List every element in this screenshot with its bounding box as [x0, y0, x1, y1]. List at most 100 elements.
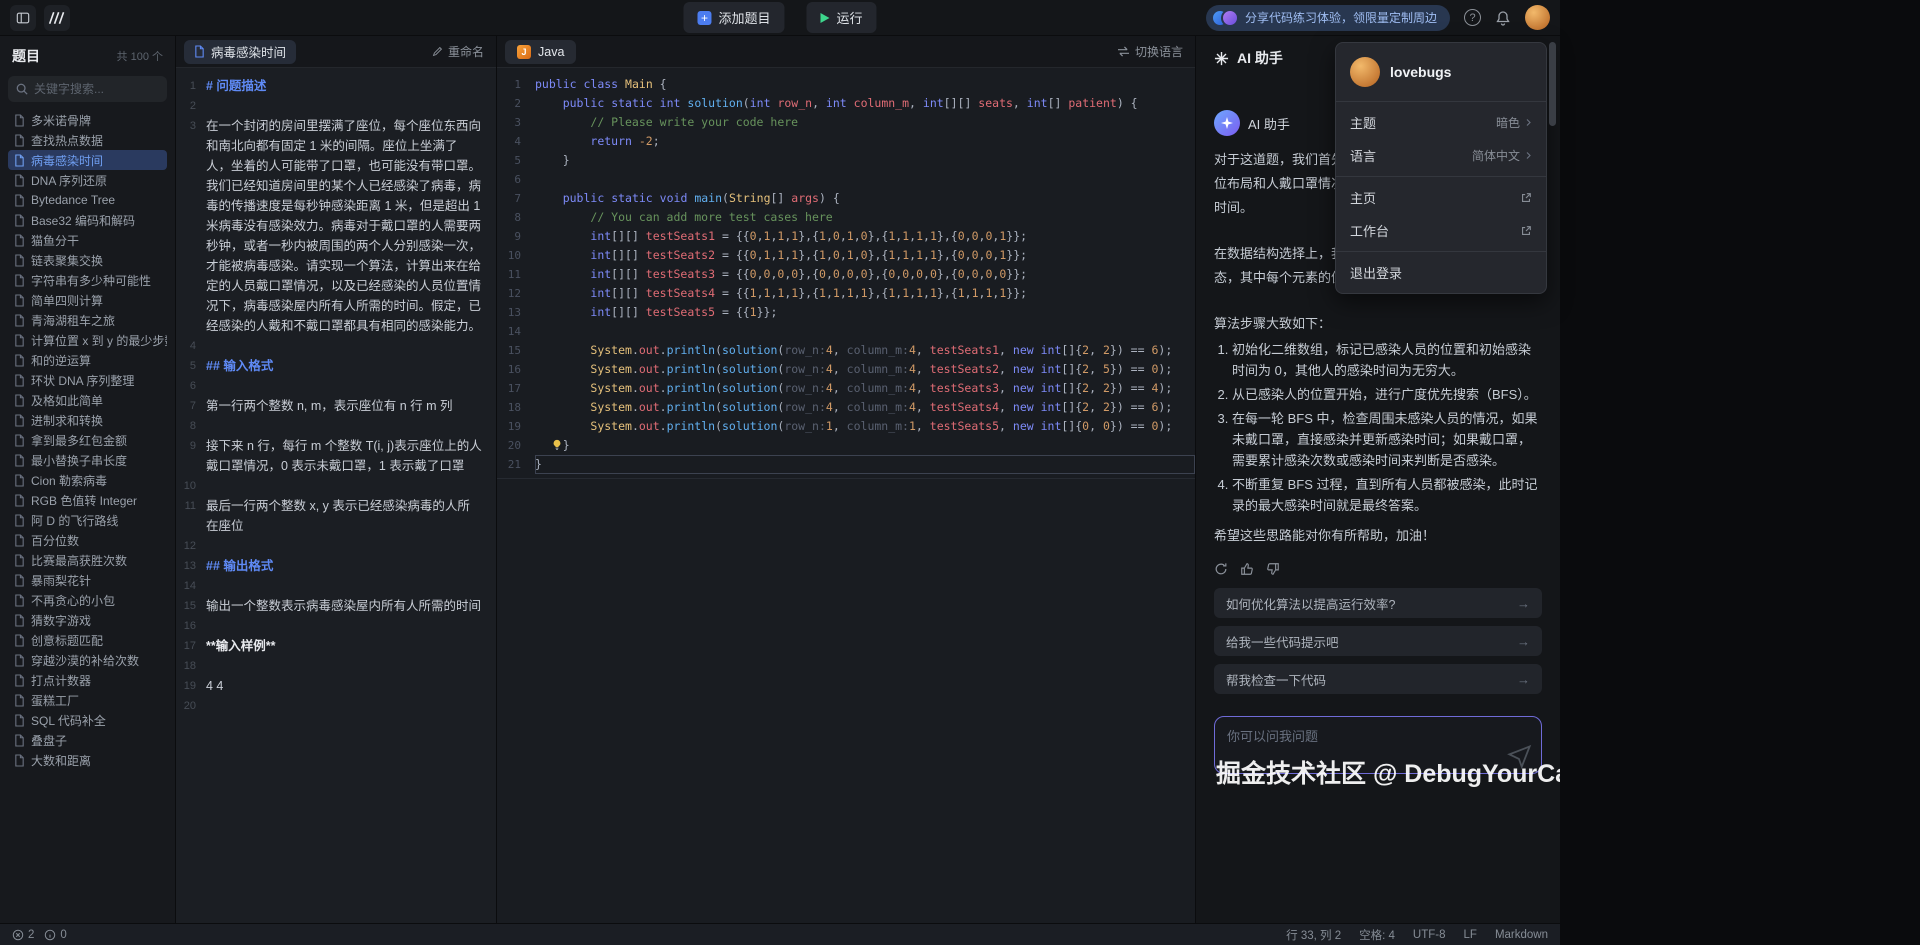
ai-suggestion-chip[interactable]: 如何优化算法以提高运行效率?→: [1214, 588, 1542, 618]
sidebar-item[interactable]: 字符串有多少种可能性: [8, 270, 167, 290]
sidebar-item[interactable]: Base32 编码和解码: [8, 210, 167, 230]
scrollbar-thumb[interactable]: [1549, 42, 1556, 126]
app-logo-icon[interactable]: [44, 5, 70, 31]
sidebar-item[interactable]: 猫鱼分干: [8, 230, 167, 250]
ai-suggestion-chip[interactable]: 给我一些代码提示吧→: [1214, 626, 1542, 656]
quick-fix-lightbulb-icon[interactable]: [551, 439, 563, 451]
sidebar-item[interactable]: 及格如此简单: [8, 390, 167, 410]
indent-setting[interactable]: 空格: 4: [1359, 927, 1395, 943]
sidebar-item-label: 和的逆运算: [31, 352, 91, 369]
avatar: [1221, 9, 1239, 27]
sidebar-item[interactable]: 猜数字游戏: [8, 610, 167, 630]
document-icon: [14, 234, 25, 247]
sidebar-item[interactable]: DNA 序列还原: [8, 170, 167, 190]
markdown-text: 在一个封闭的房间里摆满了座位，每个座位东西向和南北向都有固定 1 米的间隔。座位…: [206, 116, 496, 336]
regenerate-icon[interactable]: [1214, 562, 1228, 576]
sidebar-item[interactable]: 比赛最高获胜次数: [8, 550, 167, 570]
sidebar-item[interactable]: 穿越沙漠的补给次数: [8, 650, 167, 670]
code-line: 13 int[][] testSeats5 = {{1}};: [497, 303, 1195, 322]
errors-indicator[interactable]: 2: [12, 929, 34, 941]
promo-banner[interactable]: 分享代码练习体验，领限量定制周边: [1206, 5, 1450, 31]
menu-item-logout[interactable]: 退出登录: [1336, 256, 1546, 289]
sidebar-item-label: 叠盘子: [31, 732, 67, 749]
sidebar-item[interactable]: 查找热点数据: [8, 130, 167, 150]
add-problem-button[interactable]: 添加题目: [683, 2, 784, 33]
help-icon[interactable]: ?: [1464, 9, 1481, 26]
ai-suggestion-chip[interactable]: 帮我检查一下代码→: [1214, 664, 1542, 694]
markdown-text: [206, 416, 496, 436]
sidebar-item[interactable]: 暴雨梨花针: [8, 570, 167, 590]
sidebar-item[interactable]: 多米诺骨牌: [8, 110, 167, 130]
eol-setting[interactable]: LF: [1464, 929, 1477, 941]
sidebar-item[interactable]: 打点计数器: [8, 670, 167, 690]
cursor-position[interactable]: 行 33, 列 2: [1286, 927, 1341, 943]
sidebar-item[interactable]: Cion 勒索病毒: [8, 470, 167, 490]
markdown-text: ## 输入格式: [206, 356, 496, 376]
sidebar-item[interactable]: 青海湖租车之旅: [8, 310, 167, 330]
thumbs-down-icon[interactable]: [1266, 562, 1280, 576]
ai-question-input[interactable]: [1227, 726, 1501, 764]
markdown-line: 9接下来 n 行，每行 m 个整数 T(i, j)表示座位上的人戴口罩情况，0 …: [176, 436, 496, 476]
sidebar-toggle-icon[interactable]: [10, 5, 36, 31]
sidebar-item[interactable]: 链表聚集交换: [8, 250, 167, 270]
sidebar-item[interactable]: 病毒感染时间: [8, 150, 167, 170]
sidebar-item[interactable]: 简单四则计算: [8, 290, 167, 310]
sidebar-item[interactable]: 环状 DNA 序列整理: [8, 370, 167, 390]
language-tab-java[interactable]: J Java: [505, 40, 576, 64]
sidebar-item[interactable]: 不再贪心的小包: [8, 590, 167, 610]
run-button[interactable]: 运行: [807, 2, 877, 33]
markdown-text: 接下来 n 行，每行 m 个整数 T(i, j)表示座位上的人戴口罩情况，0 表…: [206, 436, 496, 476]
code-text: [535, 322, 1195, 341]
menu-item-theme[interactable]: 主题 暗色: [1336, 106, 1546, 139]
sidebar-item-label: 暴雨梨花针: [31, 572, 91, 589]
code-editor[interactable]: 1public class Main {2 public static int …: [497, 68, 1195, 479]
line-number: 6: [497, 170, 535, 189]
search-input[interactable]: [34, 82, 159, 96]
sidebar-item[interactable]: 蛋糕工厂: [8, 690, 167, 710]
ai-avatar: [1214, 110, 1240, 136]
menu-item-home[interactable]: 主页: [1336, 181, 1546, 214]
sidebar-item[interactable]: 计算位置 x 到 y 的最少步数: [8, 330, 167, 350]
user-avatar[interactable]: [1525, 5, 1550, 30]
thumbs-up-icon[interactable]: [1240, 562, 1254, 576]
sidebar-item[interactable]: 创意标题匹配: [8, 630, 167, 650]
menu-item-language[interactable]: 语言 简体中文: [1336, 139, 1546, 172]
language-mode[interactable]: Markdown: [1495, 929, 1548, 941]
encoding[interactable]: UTF-8: [1413, 929, 1446, 941]
sidebar-item[interactable]: 进制求和转换: [8, 410, 167, 430]
rename-button[interactable]: 重命名: [432, 43, 484, 60]
markdown-line: 7第一行两个整数 n, m，表示座位有 n 行 m 列: [176, 396, 496, 416]
sidebar-item[interactable]: 拿到最多红包金额: [8, 430, 167, 450]
markdown-text: 最后一行两个整数 x, y 表示已经感染病毒的人所在座位: [206, 496, 496, 536]
sidebar-item[interactable]: Bytedance Tree: [8, 190, 167, 210]
sidebar-item[interactable]: RGB 色值转 Integer: [8, 490, 167, 510]
menu-item-workspace[interactable]: 工作台: [1336, 214, 1546, 247]
send-icon[interactable]: [1506, 742, 1533, 769]
line-number: 12: [176, 536, 206, 556]
infos-indicator[interactable]: 0: [44, 929, 66, 941]
ai-assistant-name: AI 助手: [1248, 114, 1290, 133]
user-menu-profile[interactable]: lovebugs: [1336, 47, 1546, 97]
ai-input-box[interactable]: [1214, 716, 1542, 774]
problem-tab[interactable]: 病毒感染时间: [184, 40, 296, 64]
ai-input-area: 掘金技术社区 @ DebugYourCareer: [1214, 716, 1542, 774]
switch-language-button[interactable]: 切换语言: [1117, 43, 1183, 60]
sidebar-item[interactable]: 百分位数: [8, 530, 167, 550]
sidebar-item[interactable]: 最小替换子串长度: [8, 450, 167, 470]
document-icon: [14, 714, 25, 727]
notifications-bell-icon[interactable]: [1495, 10, 1511, 26]
document-icon: [14, 594, 25, 607]
line-number: 17: [176, 636, 206, 656]
code-text: int[][] testSeats5 = {{1}};: [535, 303, 1195, 322]
code-line: 11 int[][] testSeats3 = {{0,0,0,0},{0,0,…: [497, 265, 1195, 284]
sidebar-item[interactable]: 叠盘子: [8, 730, 167, 750]
line-number: 1: [497, 75, 535, 94]
sidebar-item-label: DNA 序列还原: [31, 172, 107, 189]
markdown-editor[interactable]: 1# 问题描述2 3在一个封闭的房间里摆满了座位，每个座位东西向和南北向都有固定…: [176, 68, 496, 923]
sidebar-item[interactable]: 大数和距离: [8, 750, 167, 770]
sidebar-item[interactable]: SQL 代码补全: [8, 710, 167, 730]
page-scrollbar[interactable]: [1549, 38, 1556, 918]
sidebar-item[interactable]: 阿 D 的飞行路线: [8, 510, 167, 530]
sidebar-item[interactable]: 和的逆运算: [8, 350, 167, 370]
search-box[interactable]: [8, 76, 167, 102]
